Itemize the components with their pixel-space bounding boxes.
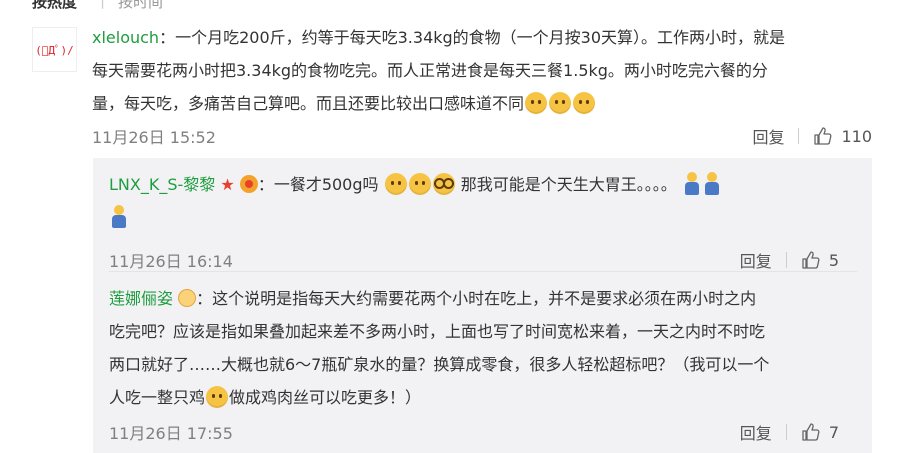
reply-body: LNX_K_S-黎黎 ★ ：一餐才500g吗 那我可能是个天生大胃王。。。。 [109,168,857,234]
fan-badge-icon [239,175,258,193]
reply-timestamp: 11月26日 17:55 [109,424,233,443]
comment-actions: 回复 110 [752,124,872,148]
reply-item: 莲娜俪姿 ：这个说明是指每天大约需要花两个小时在吃上，并不是要求必须在两小时之内… [109,282,857,443]
doge-emoji-icon [408,173,431,195]
reply-item: LNX_K_S-黎黎 ★ ：一餐才500g吗 那我可能是个天生大胃王。。。。 1… [109,168,857,271]
comment-meta: 11月26日 15:52 回复 110 [92,124,872,148]
thumbs-up-icon [814,127,832,145]
sort-bar: 按热度 | 按时间 [0,0,908,10]
reply-timestamp: 11月26日 16:14 [109,252,233,271]
sort-hot-tab[interactable]: 按热度 [32,0,77,10]
figure-emoji-icon [111,205,127,229]
reply-list: LNX_K_S-黎黎 ★ ：一餐才500g吗 那我可能是个天生大胃王。。。。 1… [93,158,872,453]
avatar[interactable]: (ﾟДﾟ)/ [32,27,77,72]
figure-emoji-icon [704,172,720,196]
reply-text-a: ：一餐才500g吗 [257,175,379,194]
doge-emoji-icon [573,92,596,114]
comment-timestamp: 11月26日 15:52 [92,128,216,147]
doge-emoji-icon [206,386,229,408]
reply-meta: 11月26日 17:55 回复 7 [109,420,857,444]
comment-text-line2: 每天需要花两小时把3.34kg的食物吃完。而人正常进食是每天三餐1.5kg。两小… [92,61,768,80]
main-comment: xlelouch：一个月吃200斤，约等于每天吃3.34kg的食物（一个月按30… [92,21,882,147]
sort-separator: | [100,0,106,9]
star-badge-icon: ★ [220,175,235,194]
reply-actions: 回复 5 [740,248,839,272]
reply-username[interactable]: 莲娜俪姿 [109,289,173,308]
member-badge-icon [178,289,197,307]
reply-button[interactable]: 回复 [740,420,772,444]
reply-text-line4b: 做成鸡肉丝可以吃更多！） [229,388,422,407]
reply-actions: 回复 7 [740,420,839,444]
comment-text-line1: ：一个月吃200斤，约等于每天吃3.34kg的食物（一个月按30天算）。工作两小… [159,28,786,47]
comment-body: xlelouch：一个月吃200斤，约等于每天吃3.34kg的食物（一个月按30… [92,21,882,120]
thumbs-up-icon [802,423,820,441]
comment-text-line3: 量，每天吃，多痛苦自己算吧。而且还要比较出口感味道不同 [92,94,525,113]
action-divider [798,128,800,144]
reply-text-line1: ：这个说明是指每天大约需要花两个小时在吃上，并不是要求必须在两小时之内 [196,289,757,308]
like-button[interactable]: 5 [801,250,839,270]
reply-button[interactable]: 回复 [752,124,784,148]
reply-button[interactable]: 回复 [740,248,772,272]
comment-username[interactable]: xlelouch [92,28,159,47]
figure-emoji-icon [684,172,700,196]
like-button[interactable]: 110 [813,126,872,146]
like-count: 110 [841,126,872,146]
doge-emoji-icon [525,92,548,114]
reply-text-line4a: 人吃一整只鸡 [109,388,206,407]
doge-emoji-icon [549,92,572,114]
reply-text-line2: 吃完吧？应该是指如果叠加起来差不多两小时，上面也写了时间宽松来着，一天之内时不时… [109,322,766,341]
sort-time-tab[interactable]: 按时间 [118,0,163,10]
like-count: 7 [828,422,839,442]
reply-text-line3: 两口就好了……大概也就6～7瓶矿泉水的量？换算成零食，很多人轻松超标吧？（我可以… [109,355,770,374]
reply-body: 莲娜俪姿 ：这个说明是指每天大约需要花两个小时在吃上，并不是要求必须在两小时之内… [109,282,857,414]
glasses-emoji-icon [432,173,455,195]
reply-text-b: 那我可能是个天生大胃王。。。。 [460,175,677,194]
reply-meta: 11月26日 16:14 回复 5 [109,248,857,272]
like-button[interactable]: 7 [801,422,839,442]
thumbs-up-icon [802,251,820,269]
reply-divider [109,271,857,272]
avatar-text: (ﾟДﾟ)/ [35,43,74,57]
reply-username[interactable]: LNX_K_S-黎黎 [109,175,215,194]
doge-emoji-icon [384,173,407,195]
action-divider [785,424,787,440]
like-count: 5 [828,250,839,270]
action-divider [785,252,787,268]
